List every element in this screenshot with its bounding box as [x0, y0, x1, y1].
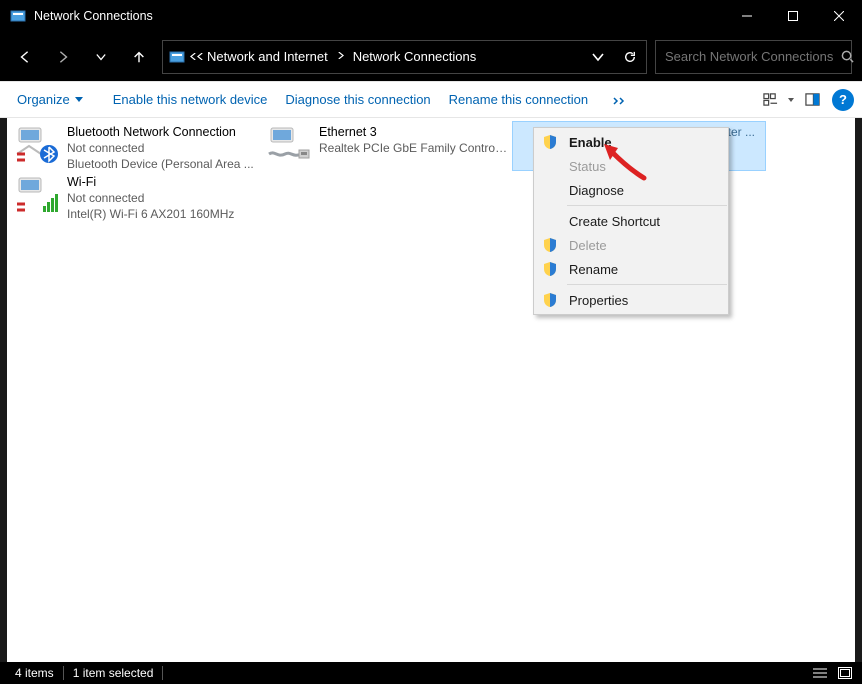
- preview-pane-button[interactable]: [798, 87, 826, 113]
- refresh-button[interactable]: [614, 41, 646, 73]
- breadcrumb-segment[interactable]: Network Connections: [350, 49, 480, 64]
- connection-item[interactable]: Bluetooth Network Connection Not connect…: [9, 122, 261, 170]
- address-bar[interactable]: Network and Internet Network Connections: [162, 40, 647, 74]
- connection-device: Bluetooth Device (Personal Area ...: [67, 156, 257, 172]
- status-item-count: 4 items: [6, 666, 63, 680]
- context-properties[interactable]: Properties: [534, 288, 728, 312]
- context-delete: Delete: [534, 233, 728, 257]
- ethernet-adapter-icon: [265, 124, 313, 168]
- view-options-button[interactable]: [756, 87, 784, 113]
- context-create-shortcut[interactable]: Create Shortcut: [534, 209, 728, 233]
- window-title: Network Connections: [34, 9, 724, 23]
- chevron-down-icon: [75, 97, 83, 102]
- location-icon: [169, 49, 185, 65]
- breadcrumb-segment[interactable]: Network and Internet: [204, 49, 331, 64]
- shield-icon: [542, 134, 558, 150]
- search-input[interactable]: [665, 49, 841, 64]
- command-label: Organize: [17, 92, 70, 107]
- connection-device: Intel(R) Wi-Fi 6 AX201 160MHz: [67, 206, 257, 222]
- breadcrumb-label: Network Connections: [353, 49, 477, 64]
- chevron-left-icon: [190, 53, 197, 60]
- command-overflow[interactable]: [605, 88, 635, 112]
- shield-icon: [542, 237, 558, 253]
- navigation-bar: Network and Internet Network Connections: [0, 32, 862, 81]
- shield-icon: [542, 292, 558, 308]
- connection-item[interactable]: Wi-Fi Not connected Intel(R) Wi-Fi 6 AX2…: [9, 172, 261, 220]
- address-dropdown[interactable]: [582, 41, 614, 73]
- title-bar: Network Connections: [0, 0, 862, 32]
- context-separator: [567, 284, 727, 285]
- wifi-adapter-icon: [13, 174, 61, 218]
- context-item-label: Properties: [569, 293, 628, 308]
- maximize-button[interactable]: [770, 0, 816, 32]
- connection-item[interactable]: Ethernet 3 Realtek PCIe GbE Family Contr…: [261, 122, 513, 170]
- recent-button[interactable]: [86, 42, 116, 72]
- help-button[interactable]: ?: [832, 89, 854, 111]
- app-icon: [10, 8, 26, 24]
- forward-button[interactable]: [48, 42, 78, 72]
- connection-device: Realtek PCIe GbE Family Controll...: [319, 140, 509, 156]
- context-item-label: Create Shortcut: [569, 214, 660, 229]
- context-item-label: Rename: [569, 262, 618, 277]
- connection-name: Wi-Fi: [67, 174, 257, 190]
- breadcrumb-label: Network and Internet: [207, 49, 328, 64]
- diagnose-connection-command[interactable]: Diagnose this connection: [276, 86, 439, 113]
- status-divider: [162, 666, 163, 680]
- view-dropdown[interactable]: [784, 98, 798, 102]
- large-icons-view-button[interactable]: [834, 664, 856, 682]
- connection-status: Not connected: [67, 190, 257, 206]
- chevron-right-icon[interactable]: [331, 51, 350, 62]
- back-button[interactable]: [10, 42, 40, 72]
- minimize-button[interactable]: [724, 0, 770, 32]
- organize-menu[interactable]: Organize: [8, 86, 92, 113]
- chevron-left-icon: [197, 53, 204, 60]
- bluetooth-adapter-icon: [13, 124, 61, 168]
- context-separator: [567, 205, 727, 206]
- status-selection: 1 item selected: [64, 666, 163, 680]
- annotation-arrow: [600, 142, 648, 187]
- up-button[interactable]: [124, 42, 154, 72]
- connection-name: Bluetooth Network Connection: [67, 124, 257, 140]
- context-rename[interactable]: Rename: [534, 257, 728, 281]
- details-view-button[interactable]: [809, 664, 831, 682]
- search-box[interactable]: [655, 40, 852, 74]
- connection-status: Not connected: [67, 140, 257, 156]
- context-item-label: Delete: [569, 238, 607, 253]
- close-button[interactable]: [816, 0, 862, 32]
- shield-icon: [542, 261, 558, 277]
- status-bar: 4 items 1 item selected: [0, 662, 862, 684]
- connection-name: Ethernet 3: [319, 124, 509, 140]
- enable-device-command[interactable]: Enable this network device: [104, 86, 277, 113]
- chevron-down-icon: [788, 98, 794, 102]
- rename-connection-command[interactable]: Rename this connection: [440, 86, 597, 113]
- search-icon[interactable]: [841, 50, 854, 63]
- command-bar: Organize Enable this network device Diag…: [0, 81, 862, 118]
